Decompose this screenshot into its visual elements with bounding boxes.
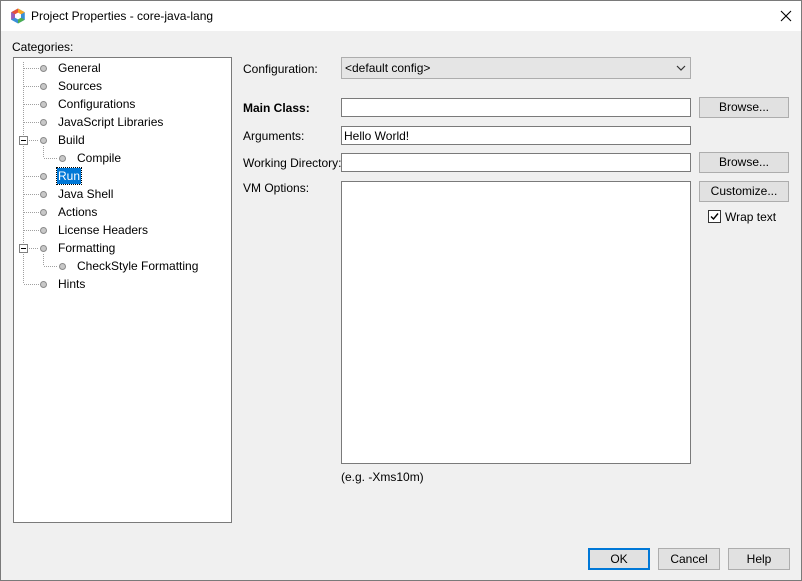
title-bar[interactable]: Project Properties - core-java-lang	[1, 1, 801, 31]
wrap-text-checkbox[interactable]	[708, 210, 721, 223]
main-class-input[interactable]	[341, 98, 691, 117]
tree-item-compile[interactable]: Compile	[76, 150, 122, 166]
checkmark-icon	[710, 213, 719, 221]
configuration-select[interactable]: <default config>	[341, 57, 691, 79]
arguments-input[interactable]	[341, 126, 691, 145]
help-button[interactable]: Help	[728, 548, 790, 570]
tree-item-license-headers[interactable]: License Headers	[57, 222, 149, 238]
tree-item-run[interactable]: Run	[55, 167, 83, 185]
vm-options-label: VM Options:	[243, 181, 310, 195]
browse-working-directory-button[interactable]: Browse...	[699, 152, 789, 173]
chevron-down-icon	[676, 65, 686, 71]
categories-tree[interactable]: General Sources Configurations JavaScrip…	[13, 57, 232, 523]
cancel-button[interactable]: Cancel	[658, 548, 720, 570]
browse-main-class-button[interactable]: Browse...	[699, 97, 789, 118]
wrap-text-label: Wrap text	[725, 210, 777, 224]
vm-options-textarea[interactable]	[341, 181, 691, 464]
tree-item-hints[interactable]: Hints	[57, 276, 86, 292]
tree-item-javascript-libraries[interactable]: JavaScript Libraries	[57, 114, 164, 130]
netbeans-logo-icon	[11, 8, 25, 24]
categories-label: Categories:	[12, 40, 74, 54]
vm-options-hint: (e.g. -Xms10m)	[341, 470, 424, 484]
tree-item-general[interactable]: General	[57, 60, 102, 76]
tree-item-sources[interactable]: Sources	[57, 78, 103, 94]
close-icon	[780, 10, 792, 22]
tree-item-configurations[interactable]: Configurations	[57, 96, 136, 112]
configuration-selected-value: <default config>	[345, 61, 431, 75]
ok-button[interactable]: OK	[588, 548, 650, 570]
working-directory-label: Working Directory:	[243, 156, 342, 170]
main-class-label: Main Class:	[243, 101, 310, 115]
project-properties-dialog: Project Properties - core-java-lang Cate…	[0, 0, 802, 581]
customize-button[interactable]: Customize...	[699, 181, 789, 202]
tree-item-build[interactable]: Build	[57, 132, 86, 148]
working-directory-input[interactable]	[341, 153, 691, 172]
tree-item-actions[interactable]: Actions	[57, 204, 98, 220]
tree-item-java-shell[interactable]: Java Shell	[57, 186, 114, 202]
arguments-label: Arguments:	[243, 129, 305, 143]
tree-item-checkstyle-formatting[interactable]: CheckStyle Formatting	[76, 258, 199, 274]
close-button[interactable]	[771, 1, 801, 31]
configuration-label: Configuration:	[243, 62, 318, 76]
window-title: Project Properties - core-java-lang	[31, 9, 214, 23]
tree-item-formatting[interactable]: Formatting	[57, 240, 116, 256]
